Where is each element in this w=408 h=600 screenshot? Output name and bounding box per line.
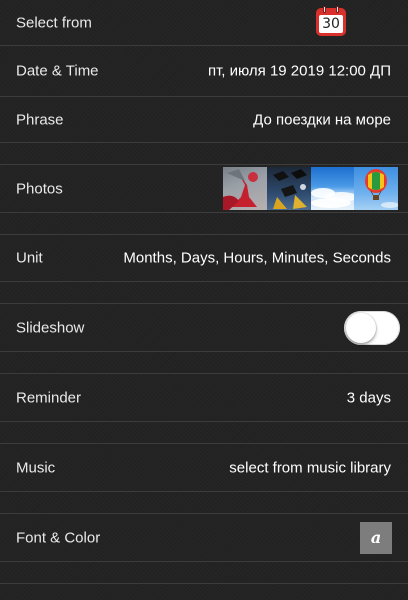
section-spacer bbox=[0, 562, 408, 584]
phrase-row[interactable]: Phrase До поездки на море bbox=[0, 97, 408, 143]
toggle-knob bbox=[346, 312, 376, 343]
red-dress-image bbox=[223, 169, 258, 210]
calendar-ring-left bbox=[323, 6, 326, 13]
date-time-value: пт, июля 19 2019 12:00 ДП bbox=[207, 62, 391, 80]
calendar-ring-right bbox=[336, 6, 339, 13]
section-spacer bbox=[0, 213, 408, 235]
phrase-value: До поездки на море bbox=[253, 111, 391, 128]
slideshow-toggle[interactable] bbox=[344, 310, 400, 345]
reminder-value: 3 days bbox=[346, 389, 391, 406]
unit-value: Months, Days, Hours, Minutes, Seconds bbox=[123, 249, 391, 267]
music-value: select from music library bbox=[229, 459, 391, 476]
unit-row[interactable]: Unit Months, Days, Hours, Minutes, Secon… bbox=[0, 235, 408, 282]
section-spacer bbox=[0, 352, 408, 374]
calendar-icon[interactable]: 30 bbox=[316, 6, 346, 36]
section-spacer bbox=[0, 492, 408, 514]
photo-thumbnail-balloon[interactable] bbox=[354, 167, 398, 210]
music-label: Music bbox=[16, 459, 56, 476]
select-from-row[interactable]: Select from 30 bbox=[0, 0, 408, 46]
font-color-row[interactable]: Font & Color a bbox=[0, 514, 408, 562]
photo-thumbnails[interactable] bbox=[223, 167, 398, 210]
slideshow-row: Slideshow bbox=[0, 304, 408, 352]
photo-thumbnail-red-dress[interactable] bbox=[223, 167, 267, 210]
section-spacer bbox=[0, 143, 408, 165]
reminder-label: Reminder bbox=[16, 389, 82, 406]
calendar-day: 30 bbox=[319, 15, 343, 33]
section-spacer bbox=[0, 282, 408, 304]
photos-label: Photos bbox=[16, 180, 63, 197]
date-time-row[interactable]: Date & Time пт, июля 19 2019 12:00 ДП bbox=[0, 46, 408, 97]
hot-air-balloon-image bbox=[365, 169, 398, 208]
unit-label: Unit bbox=[16, 249, 43, 267]
section-spacer bbox=[0, 422, 408, 444]
photo-thumbnail-sky[interactable] bbox=[310, 167, 355, 210]
select-from-label: Select from bbox=[16, 14, 92, 31]
slideshow-label: Slideshow bbox=[16, 319, 85, 336]
font-color-label: Font & Color bbox=[16, 529, 101, 546]
font-color-swatch[interactable]: a bbox=[360, 521, 392, 554]
phrase-label: Phrase bbox=[16, 111, 64, 128]
sky-clouds-image bbox=[310, 188, 355, 208]
graduation-caps-image bbox=[272, 169, 307, 209]
photo-thumbnail-graduation[interactable] bbox=[266, 167, 311, 210]
date-time-label: Date & Time bbox=[16, 62, 99, 80]
reminder-row[interactable]: Reminder 3 days bbox=[0, 374, 408, 422]
music-row[interactable]: Music select from music library bbox=[0, 444, 408, 492]
